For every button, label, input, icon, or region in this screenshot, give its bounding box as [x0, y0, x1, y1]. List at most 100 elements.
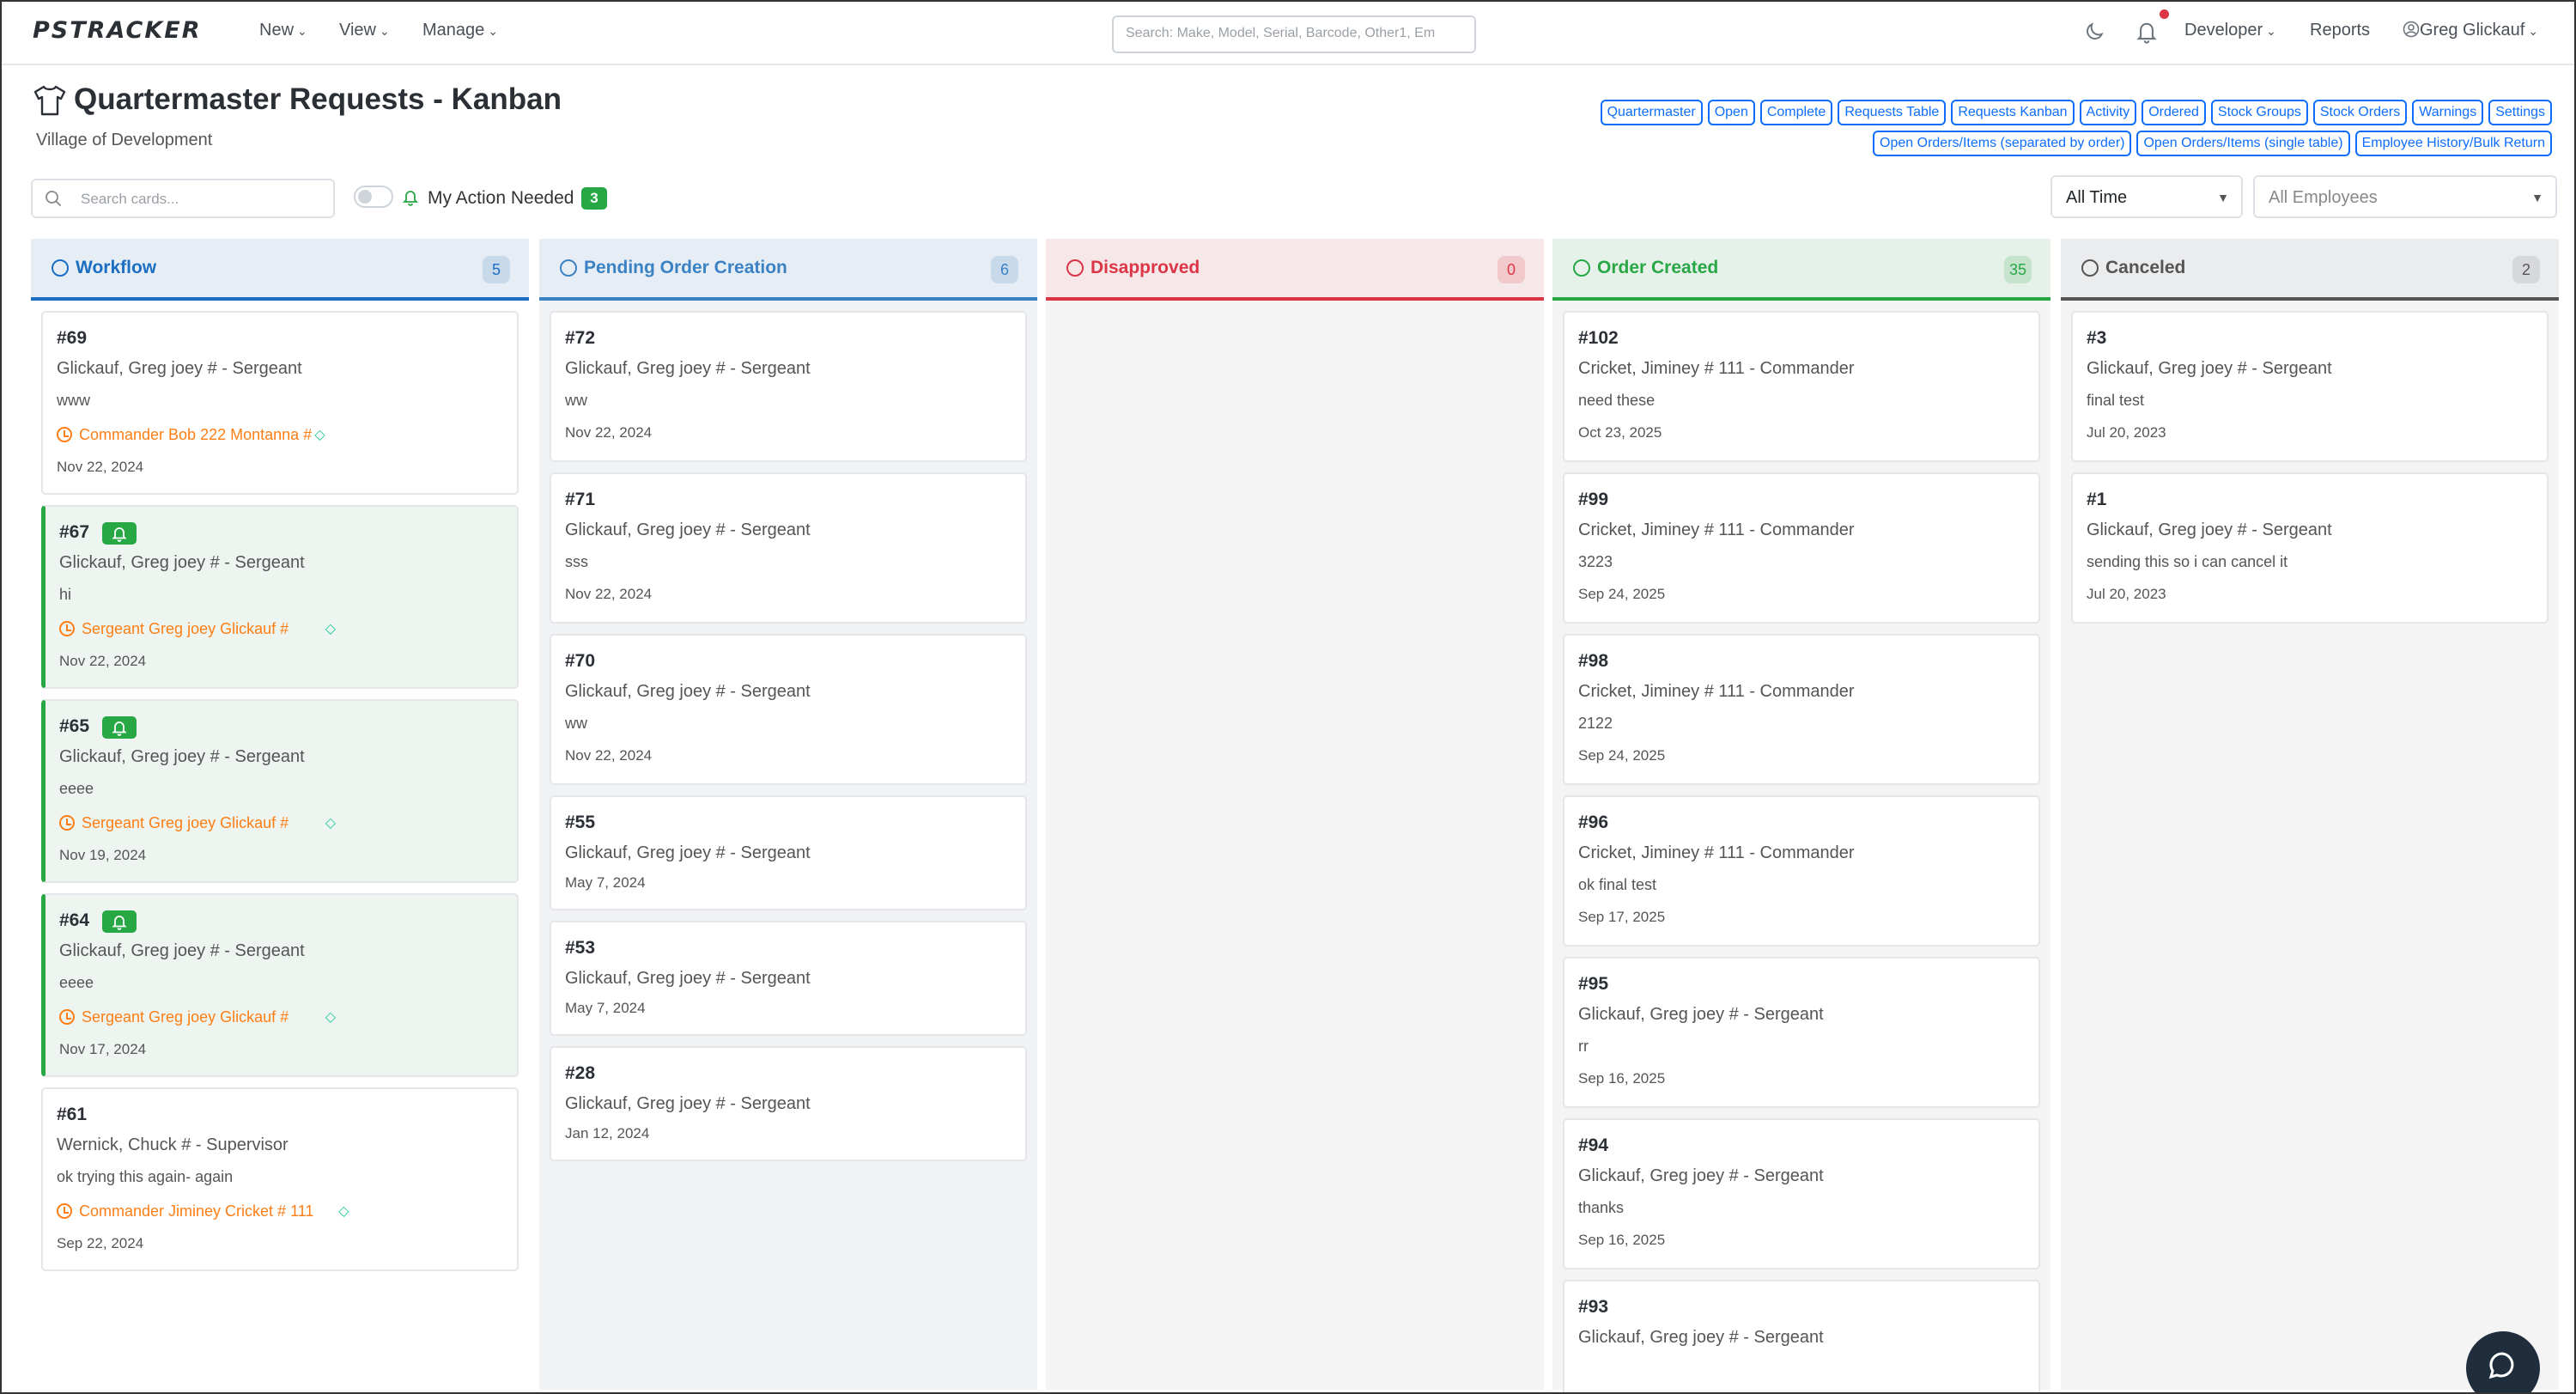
employee-filter-select[interactable]: All Employees ▼ [2253, 175, 2557, 218]
column-title: Workflow [76, 258, 157, 277]
menu-new[interactable]: New ⌄ [259, 21, 307, 40]
card-date: Sep 24, 2025 [1578, 586, 1666, 602]
link-ordered[interactable]: Ordered [2142, 100, 2206, 125]
card-date: May 7, 2024 [565, 874, 646, 891]
column-body: #102 Cricket, Jiminey # 111 - Commander ne… [1552, 301, 2050, 1392]
card-assignee-name: Commander Bob 222 Montanna # [79, 426, 313, 443]
link-warnings[interactable]: Warnings [2412, 100, 2484, 125]
column-count-badge: 2 [2512, 256, 2540, 283]
action-needed-badge [102, 522, 137, 545]
card-id: #64 [59, 910, 90, 930]
reports-link[interactable]: Reports [2310, 21, 2370, 40]
column-count-badge: 6 [991, 256, 1018, 283]
card-assignee: Sergeant Greg joey Glickauf # [59, 814, 289, 832]
card-id: #65 [59, 716, 90, 736]
request-card[interactable]: #28 Glickauf, Greg joey # - Sergeant Jan 1… [550, 1046, 1027, 1161]
my-action-count-badge: 3 [581, 187, 607, 210]
global-search-input[interactable]: Search: Make, Model, Serial, Barcode, Ot… [1112, 15, 1476, 53]
menu-view[interactable]: View ⌄ [339, 21, 390, 40]
card-date: Nov 22, 2024 [565, 424, 653, 441]
request-card[interactable]: #99 Cricket, Jiminey # 111 - Commander 322… [1563, 472, 2040, 624]
my-action-toggle[interactable] [354, 186, 393, 208]
request-card[interactable]: #102 Cricket, Jiminey # 111 - Commander ne… [1563, 311, 2040, 462]
kanban-column-workflow: Workflow 5 #69 Glickauf, Greg joey # - Serg… [31, 239, 529, 1390]
notifications-bell-icon[interactable] [2135, 19, 2159, 45]
card-date: Sep 17, 2025 [1578, 909, 1666, 925]
card-assignee: Sergeant Greg joey Glickauf # [59, 1008, 289, 1026]
request-card[interactable]: #55 Glickauf, Greg joey # - Sergeant May 7… [550, 795, 1027, 910]
card-id: #102 [1578, 328, 1619, 348]
card-date: Sep 24, 2025 [1578, 747, 1666, 764]
column-title: Pending Order Creation [584, 258, 787, 277]
card-id: #71 [565, 490, 596, 509]
kanban-column-canceled: Canceled 2 #3 Glickauf, Greg joey # - Serge… [2061, 239, 2559, 1390]
column-body: #3 Glickauf, Greg joey # - Sergeant final … [2061, 301, 2559, 1390]
request-card[interactable]: #98 Cricket, Jiminey # 111 - Commander 212… [1563, 634, 2040, 785]
card-requester: Glickauf, Greg joey # - Sergeant [2087, 359, 2332, 378]
request-card[interactable]: #64 Glickauf, Greg joey # - Sergeant eeee S… [41, 893, 519, 1077]
request-card[interactable]: #67 Glickauf, Greg joey # - Sergeant hi Ser… [41, 505, 519, 689]
card-date: Nov 22, 2024 [59, 653, 147, 669]
time-filter-select[interactable]: All Time ▼ [2050, 175, 2243, 218]
brand-logo[interactable]: PSTRACKER [33, 17, 201, 44]
card-requester: Glickauf, Greg joey # - Sergeant [1578, 1328, 1824, 1347]
status-circle-icon [560, 259, 577, 277]
status-circle-icon [2081, 259, 2099, 277]
user-menu[interactable]: Greg Glickauf ⌄ [2403, 21, 2538, 40]
card-assignee: Commander Jiminey Cricket # 111 [57, 1202, 313, 1221]
request-card[interactable]: #96 Cricket, Jiminey # 111 - Commander ok … [1563, 795, 2040, 947]
link-open-orders-single[interactable]: Open Orders/Items (single table) [2136, 131, 2350, 156]
card-date: Jan 12, 2024 [565, 1125, 650, 1141]
request-card[interactable]: #69 Glickauf, Greg joey # - Sergeant www Co… [41, 311, 519, 495]
request-card[interactable]: #70 Glickauf, Greg joey # - Sergeant ww Nov… [550, 634, 1027, 785]
link-quartermaster[interactable]: Quartermaster [1600, 100, 1703, 125]
link-open-orders-separated[interactable]: Open Orders/Items (separated by order) [1873, 131, 2132, 156]
request-card[interactable]: #3 Glickauf, Greg joey # - Sergeant final … [2071, 311, 2549, 462]
chevron-down-icon: ⌄ [2266, 24, 2276, 38]
link-employee-history[interactable]: Employee History/Bulk Return [2354, 131, 2552, 156]
card-id: #70 [565, 651, 596, 671]
dark-mode-moon-icon[interactable] [2083, 21, 2105, 43]
tag-icon: ◇ [338, 1204, 349, 1219]
request-card[interactable]: #1 Glickauf, Greg joey # - Sergeant sendin… [2071, 472, 2549, 624]
card-date: Sep 16, 2025 [1578, 1232, 1666, 1248]
link-complete[interactable]: Complete [1759, 100, 1833, 125]
column-title: Order Created [1597, 258, 1719, 277]
request-card[interactable]: #72 Glickauf, Greg joey # - Sergeant ww Nov… [550, 311, 1027, 462]
request-card[interactable]: #95 Glickauf, Greg joey # - Sergeant rr Sep… [1563, 957, 2040, 1108]
card-search-box [31, 179, 335, 218]
menu-developer[interactable]: Developer ⌄ [2184, 21, 2276, 40]
card-id: #69 [57, 328, 88, 348]
menu-manage[interactable]: Manage ⌄ [422, 21, 498, 40]
request-card[interactable]: #65 Glickauf, Greg joey # - Sergeant eeee S… [41, 699, 519, 883]
card-id: #98 [1578, 651, 1609, 671]
link-stock-groups[interactable]: Stock Groups [2210, 100, 2308, 125]
card-requester: Glickauf, Greg joey # - Sergeant [1578, 1166, 1824, 1185]
card-id: #28 [565, 1063, 596, 1083]
link-requests-table[interactable]: Requests Table [1838, 100, 1947, 125]
request-card[interactable]: #93 Glickauf, Greg joey # - Sergeant [1563, 1280, 2040, 1392]
card-note: ww [565, 715, 587, 732]
card-requester: Glickauf, Greg joey # - Sergeant [565, 359, 811, 378]
card-note: final test [2087, 392, 2145, 409]
link-settings[interactable]: Settings [2488, 100, 2552, 125]
organization-subtitle: Village of Development [36, 131, 213, 149]
card-assignee-name: Sergeant Greg joey Glickauf # [82, 1008, 289, 1026]
link-open[interactable]: Open [1707, 100, 1755, 125]
link-requests-kanban[interactable]: Requests Kanban [1951, 100, 2075, 125]
kanban-column-order-created: Order Created 35 #102 Cricket, Jiminey # 11… [1552, 239, 2050, 1392]
quick-links: Quartermaster Open Complete Requests Tab… [1522, 100, 2552, 156]
column-header: Workflow 5 [31, 239, 529, 301]
card-search-input[interactable] [81, 189, 321, 210]
link-stock-orders[interactable]: Stock Orders [2312, 100, 2408, 125]
request-card[interactable]: #71 Glickauf, Greg joey # - Sergeant sss No… [550, 472, 1027, 624]
card-date: Nov 17, 2024 [59, 1041, 147, 1057]
link-activity[interactable]: Activity [2079, 100, 2137, 125]
column-count-badge: 0 [1498, 256, 1525, 283]
request-card[interactable]: #61 Wernick, Chuck # - Supervisor ok tryin… [41, 1087, 519, 1271]
request-card[interactable]: #53 Glickauf, Greg joey # - Sergeant May 7… [550, 921, 1027, 1036]
card-note: thanks [1578, 1199, 1625, 1216]
request-card[interactable]: #94 Glickauf, Greg joey # - Sergeant thank… [1563, 1118, 2040, 1269]
card-requester: Cricket, Jiminey # 111 - Commander [1578, 520, 1855, 539]
menu-manage-label: Manage [422, 21, 485, 40]
